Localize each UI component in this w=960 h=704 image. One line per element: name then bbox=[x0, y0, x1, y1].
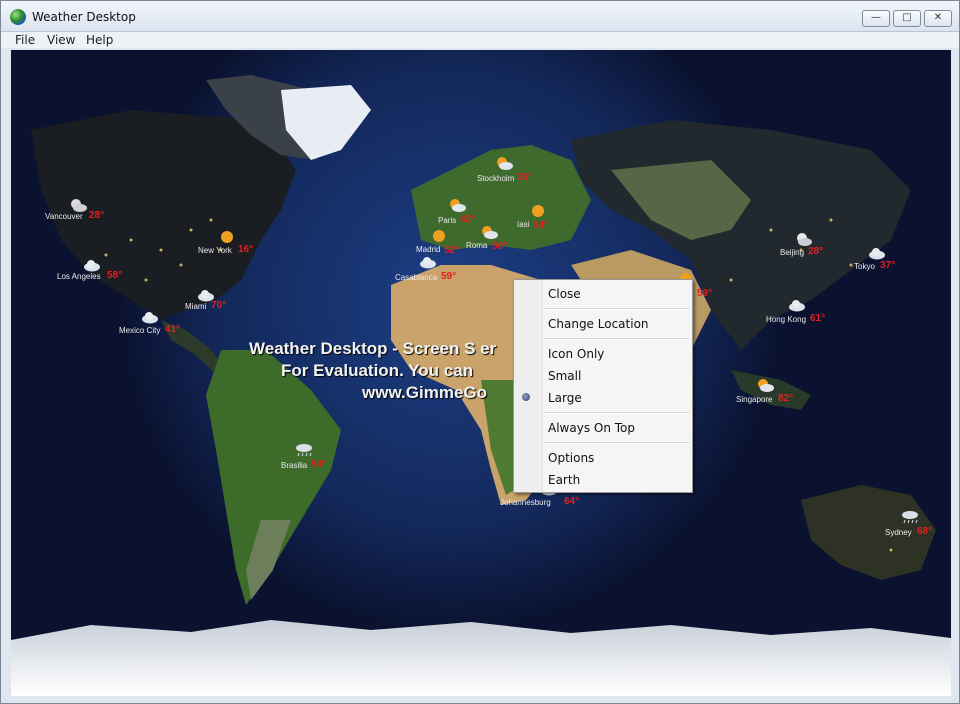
partly-cloudy-icon bbox=[497, 157, 513, 170]
menu-file[interactable]: File bbox=[15, 33, 35, 47]
menu-item-close[interactable]: Close bbox=[548, 287, 581, 301]
city-temp: 37° bbox=[880, 260, 896, 271]
menu-help[interactable]: Help bbox=[86, 33, 113, 47]
cloud-icon bbox=[869, 248, 885, 260]
menu-item-large[interactable]: Large bbox=[548, 391, 582, 405]
partly-cloudy-icon bbox=[482, 226, 498, 239]
sun-icon bbox=[221, 231, 233, 243]
earth-map-image bbox=[11, 50, 951, 696]
city-name: New York bbox=[198, 246, 232, 255]
city-name: Paris bbox=[438, 216, 457, 225]
partly-cloudy-icon bbox=[450, 199, 466, 212]
city-name: Sydney bbox=[885, 528, 912, 537]
city-name: Beijing bbox=[780, 248, 805, 257]
menu-item-icon-only[interactable]: Icon Only bbox=[548, 347, 604, 361]
world-map[interactable]: Vancouver 28° New York 16° Los Angeles 5… bbox=[11, 50, 951, 696]
city-temp: 70° bbox=[211, 300, 227, 311]
city-name: Brasilia bbox=[281, 461, 308, 470]
city-temp: 59° bbox=[697, 288, 713, 299]
city-temp: 64° bbox=[564, 496, 580, 507]
city-name: Tokyo bbox=[854, 262, 875, 271]
menu-item-small[interactable]: Small bbox=[548, 369, 581, 383]
window-title: Weather Desktop bbox=[32, 10, 136, 24]
city-name: Hong Kong bbox=[766, 315, 807, 324]
context-menu: Close Change Location Icon Only Small La… bbox=[513, 279, 693, 493]
city-name: Roma bbox=[466, 241, 488, 250]
partly-cloudy-icon bbox=[758, 379, 774, 392]
city-temp: 52° bbox=[444, 245, 460, 256]
city-temp: 42° bbox=[460, 214, 476, 225]
city-temp: 28° bbox=[89, 210, 105, 221]
city-temp: 68° bbox=[917, 526, 933, 537]
city-name: Stockholm bbox=[477, 174, 515, 183]
menu-item-options[interactable]: Options bbox=[548, 451, 594, 465]
city-temp: 54° bbox=[311, 459, 327, 470]
city-name: Casablanca bbox=[395, 273, 438, 282]
cloud-icon bbox=[789, 300, 805, 312]
rain-icon bbox=[902, 511, 918, 524]
city-name: Vancouver bbox=[45, 212, 83, 221]
cloud-icon bbox=[142, 312, 158, 324]
cloud-icon bbox=[84, 260, 100, 272]
city-name: Singapore bbox=[736, 395, 773, 404]
city-temp: 34° bbox=[533, 220, 549, 231]
globe-icon bbox=[10, 9, 26, 25]
city-name: Iasi bbox=[517, 220, 530, 229]
menu-icon-gutter bbox=[514, 280, 543, 492]
evaluation-watermark-line1: Weather Desktop - Screen S er bbox=[249, 339, 497, 358]
menu-bar: File View Help bbox=[1, 32, 959, 48]
evaluation-watermark-line2: For Evaluation. You can bbox=[281, 361, 474, 380]
menu-separator bbox=[544, 338, 690, 340]
city-temp: 16° bbox=[238, 244, 254, 255]
city-name: Mexico City bbox=[119, 326, 161, 335]
city-name: Los Angeles bbox=[57, 272, 101, 281]
menu-separator bbox=[544, 308, 690, 310]
city-temp: 28° bbox=[808, 246, 824, 257]
city-temp: 59° bbox=[441, 271, 457, 282]
maximize-button[interactable]: □ bbox=[893, 10, 921, 27]
city-temp: 61° bbox=[810, 313, 826, 324]
city-temp: 50° bbox=[492, 241, 508, 252]
close-window-button[interactable]: ✕ bbox=[924, 10, 952, 27]
sun-icon bbox=[532, 205, 544, 217]
minimize-button[interactable]: — bbox=[862, 10, 890, 27]
menu-view[interactable]: View bbox=[47, 33, 75, 47]
cloud-icon bbox=[420, 257, 436, 269]
moon-cloud-icon bbox=[797, 233, 812, 246]
menu-separator bbox=[544, 442, 690, 444]
radio-selected-icon bbox=[522, 393, 530, 401]
menu-separator bbox=[544, 412, 690, 414]
city-temp: 36° bbox=[517, 172, 533, 183]
menu-item-always-on-top[interactable]: Always On Top bbox=[548, 421, 635, 435]
city-temp: 82° bbox=[778, 393, 794, 404]
menu-item-earth[interactable]: Earth bbox=[548, 473, 580, 487]
evaluation-watermark-line3: www.GimmeGo bbox=[362, 383, 488, 402]
menu-item-change-location[interactable]: Change Location bbox=[548, 317, 649, 331]
city-name: Madrid bbox=[416, 245, 441, 254]
sun-icon bbox=[433, 230, 445, 242]
city-temp: 41° bbox=[165, 324, 181, 335]
city-name: Miami bbox=[185, 302, 207, 311]
partly-cloudy-night-icon bbox=[71, 199, 87, 212]
title-bar[interactable]: Weather Desktop — □ ✕ bbox=[1, 1, 959, 32]
rain-icon bbox=[296, 444, 312, 457]
city-temp: 58° bbox=[107, 270, 123, 281]
app-window: Weather Desktop — □ ✕ File View Help Van… bbox=[0, 0, 960, 704]
city-name: Johannesburg bbox=[500, 498, 551, 507]
